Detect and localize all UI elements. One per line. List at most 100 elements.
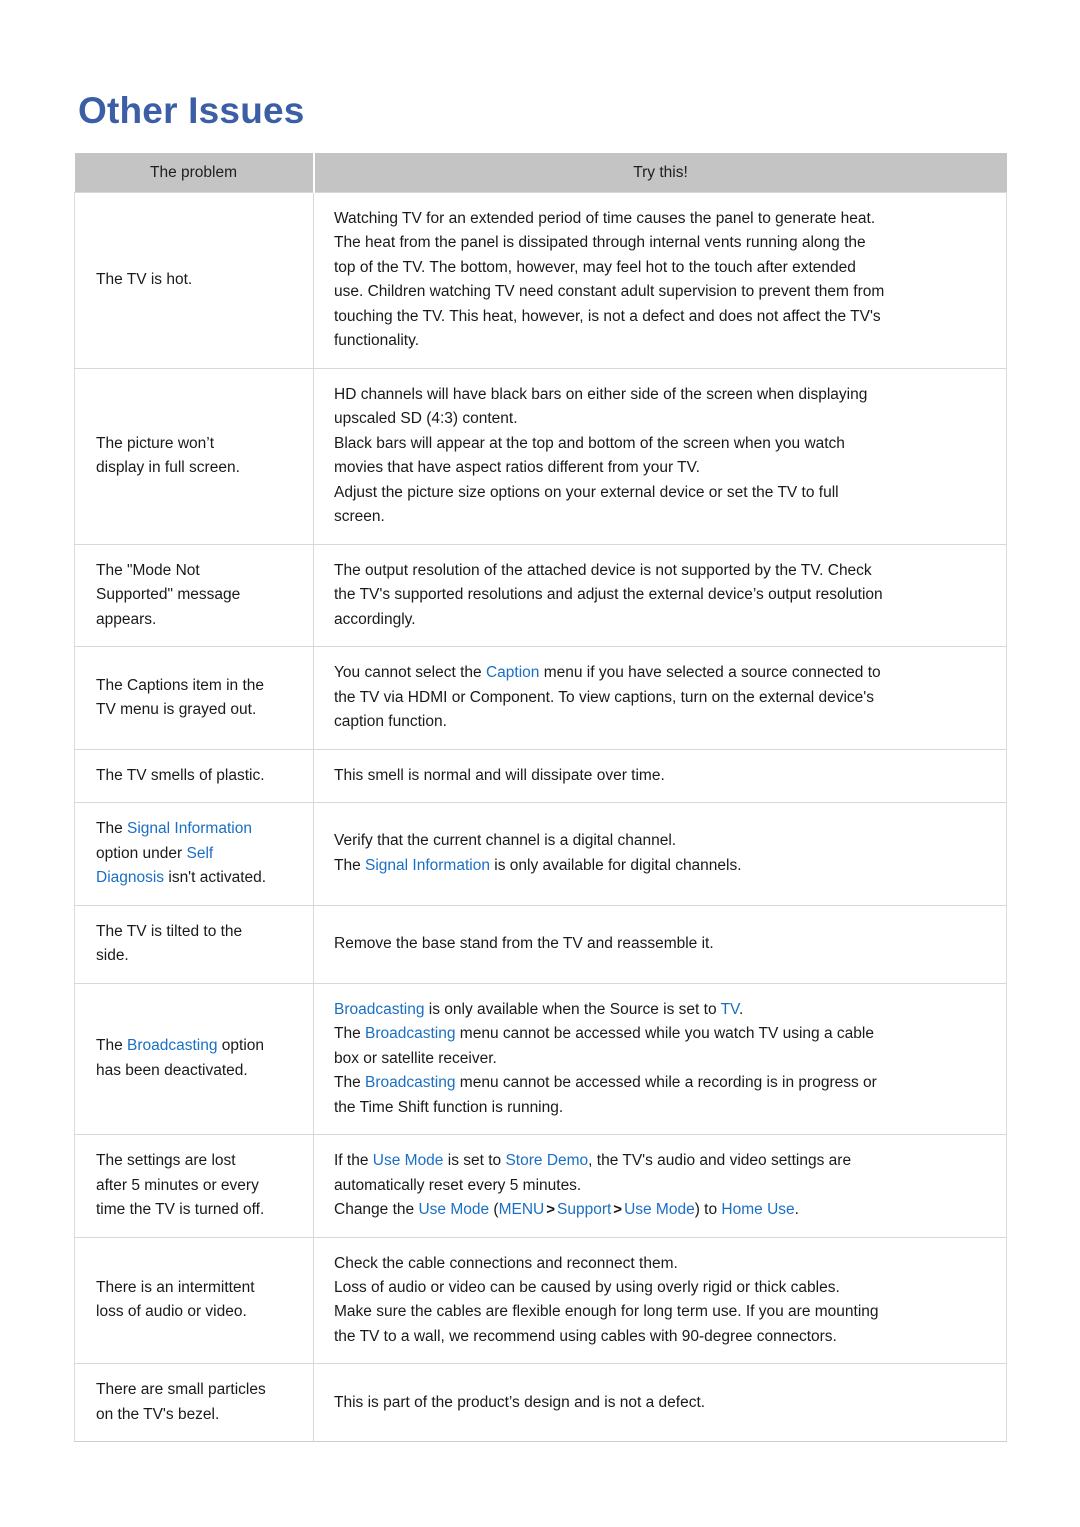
text-line: the TV via HDMI or Component. To view ca… xyxy=(334,686,984,710)
solution-text: This smell is normal and will dissipate … xyxy=(334,764,984,788)
text-line: touching the TV. This heat, however, is … xyxy=(334,305,984,329)
problem-text: The TV is tilted to the side. xyxy=(96,920,303,969)
text-run: menu if you have selected a source conne… xyxy=(539,664,881,682)
text-line: upscaled SD (4:3) content. xyxy=(334,407,984,431)
text-run: functionality. xyxy=(334,332,420,350)
text-run: screen. xyxy=(334,508,385,526)
other-issues-table: The problem Try this! The TV is hot. Watc… xyxy=(74,153,1007,1443)
text-line: side. xyxy=(96,944,303,968)
text-run: is only available when the Source is set… xyxy=(424,1000,721,1018)
problem-cell: The picture won’t display in full screen. xyxy=(74,367,314,545)
solution-cell: Broadcasting is only available when the … xyxy=(313,982,1007,1136)
problem-text: There is an intermittent loss of audio or… xyxy=(96,1276,303,1325)
text-run: The picture won’t xyxy=(96,434,215,452)
text-run: There is an intermittent xyxy=(96,1278,255,1296)
text-run: You cannot select the xyxy=(334,664,486,682)
ui-term: Broadcasting xyxy=(127,1037,218,1055)
table-row: There are small particles on the TV's bez… xyxy=(74,1363,1007,1443)
text-line: box or satellite receiver. xyxy=(334,1047,984,1071)
text-line: accordingly. xyxy=(334,608,984,632)
text-line: The Signal Information is only available… xyxy=(334,854,984,878)
chevron-right-icon: > xyxy=(613,1201,623,1219)
problem-cell: The Broadcasting option has been deactiva… xyxy=(74,982,314,1136)
text-line: The TV is tilted to the xyxy=(96,920,303,944)
text-line: time the TV is turned off. xyxy=(96,1198,303,1222)
text-line: has been deactivated. xyxy=(96,1059,303,1083)
table-row: The TV smells of plastic. This smell is n… xyxy=(74,748,1007,804)
problem-text: The TV is hot. xyxy=(96,268,303,292)
text-run: The xyxy=(96,1037,128,1055)
ui-term: MENU xyxy=(498,1201,545,1219)
text-line: If the Use Mode is set to Store Demo, th… xyxy=(334,1149,984,1173)
ui-term: Store Demo xyxy=(505,1152,589,1170)
problem-cell: There is an intermittent loss of audio or… xyxy=(74,1236,314,1365)
ui-term: Broadcasting xyxy=(365,1025,456,1043)
problem-cell: The TV is tilted to the side. xyxy=(74,904,314,984)
text-run: The xyxy=(334,1025,366,1043)
text-run: The TV is tilted to the xyxy=(96,922,243,940)
text-run: option xyxy=(217,1037,265,1055)
solution-text: HD channels will have black bars on eith… xyxy=(334,383,984,530)
text-run: top of the TV. The bottom, however, may … xyxy=(334,258,856,276)
text-line: display in full screen. xyxy=(96,456,303,480)
text-run: loss of audio or video. xyxy=(96,1303,247,1321)
text-run: is only available for digital channels. xyxy=(489,856,742,874)
text-run: movies that have aspect ratios different… xyxy=(334,459,700,477)
text-run: the TV via HDMI or Component. To view ca… xyxy=(334,688,874,706)
text-line: option under Self xyxy=(96,842,303,866)
problem-cell: The settings are lost after 5 minutes or … xyxy=(74,1134,314,1238)
column-header-problem: The problem xyxy=(74,153,315,193)
problem-text: The settings are lost after 5 minutes or … xyxy=(96,1149,303,1222)
solution-cell: Watching TV for an extended period of ti… xyxy=(313,192,1007,369)
text-line: Check the cable connections and reconnec… xyxy=(334,1252,984,1276)
text-run: Change the xyxy=(334,1201,419,1219)
text-run: The xyxy=(334,856,366,874)
text-run: ) to xyxy=(694,1201,722,1219)
text-line: Adjust the picture size options on your … xyxy=(334,481,984,505)
solution-cell: You cannot select the Caption menu if yo… xyxy=(313,646,1007,750)
text-run: The xyxy=(334,1074,366,1092)
text-line: Make sure the cables are flexible enough… xyxy=(334,1300,984,1324)
problem-cell: The "Mode Not Supported" message appears. xyxy=(74,543,314,648)
table-row: The TV is hot. Watching TV for an extende… xyxy=(74,192,1007,369)
text-line: appears. xyxy=(96,608,303,632)
text-run: Watching TV for an extended period of ti… xyxy=(334,210,876,227)
ui-term: Support xyxy=(557,1201,612,1219)
text-line: Remove the base stand from the TV and re… xyxy=(334,932,984,956)
table-row: The Captions item in the TV menu is graye… xyxy=(74,646,1007,750)
text-run: the TV's supported resolutions and adjus… xyxy=(334,586,883,604)
text-run: The heat from the panel is dissipated th… xyxy=(334,234,866,252)
ui-term: Broadcasting xyxy=(334,1000,425,1018)
text-run: menu cannot be accessed while you watch … xyxy=(455,1025,874,1043)
text-line: Watching TV for an extended period of ti… xyxy=(334,207,984,231)
text-line: The TV smells of plastic. xyxy=(96,764,303,788)
solution-text: You cannot select the Caption menu if yo… xyxy=(334,661,984,734)
text-run: touching the TV. This heat, however, is … xyxy=(334,307,881,325)
text-line: loss of audio or video. xyxy=(96,1300,303,1324)
table-row: The TV is tilted to the side. Remove the b… xyxy=(74,904,1007,984)
text-run: display in full screen. xyxy=(96,459,240,477)
ui-term: Self xyxy=(186,844,214,862)
text-run: Loss of audio or video can be caused by … xyxy=(334,1278,840,1296)
text-line: This smell is normal and will dissipate … xyxy=(334,764,984,788)
table-header-row: The problem Try this! xyxy=(74,153,1007,193)
text-run: The xyxy=(96,820,128,838)
solution-text: This is part of the product’s design and… xyxy=(334,1391,984,1415)
text-line: the TV to a wall, we recommend using cab… xyxy=(334,1325,984,1349)
text-line: The TV is hot. xyxy=(96,268,303,292)
text-line: on the TV's bezel. xyxy=(96,1403,303,1427)
text-line: HD channels will have black bars on eith… xyxy=(334,383,984,407)
table-row: The "Mode Not Supported" message appears. T… xyxy=(74,543,1007,648)
text-run: Remove the base stand from the TV and re… xyxy=(334,934,714,952)
text-run: , the TV's audio and video settings are xyxy=(588,1152,852,1170)
ui-term: Signal Information xyxy=(365,856,490,874)
text-run: . xyxy=(794,1201,799,1219)
text-line: Black bars will appear at the top and bo… xyxy=(334,432,984,456)
text-line: use. Children watching TV need constant … xyxy=(334,280,984,304)
solution-cell: This is part of the product’s design and… xyxy=(313,1363,1007,1443)
text-run: Adjust the picture size options on your … xyxy=(334,483,839,501)
text-run: ( xyxy=(489,1201,499,1219)
text-run: has been deactivated. xyxy=(96,1061,248,1079)
text-run: Black bars will appear at the top and bo… xyxy=(334,434,845,452)
solution-cell: Verify that the current channel is a dig… xyxy=(313,802,1007,906)
